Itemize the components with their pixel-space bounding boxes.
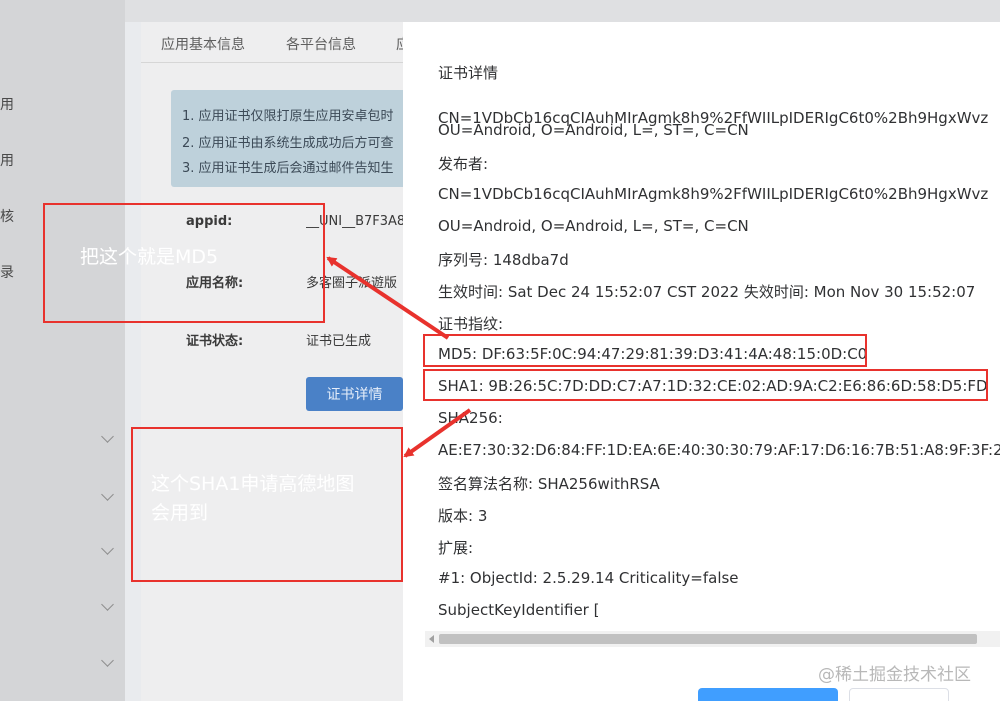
watermark: @稀土掘金技术社区 <box>818 665 971 685</box>
md5-arrow <box>326 256 450 340</box>
sha1-arrow <box>403 408 472 458</box>
annotation-arrows <box>326 256 472 458</box>
